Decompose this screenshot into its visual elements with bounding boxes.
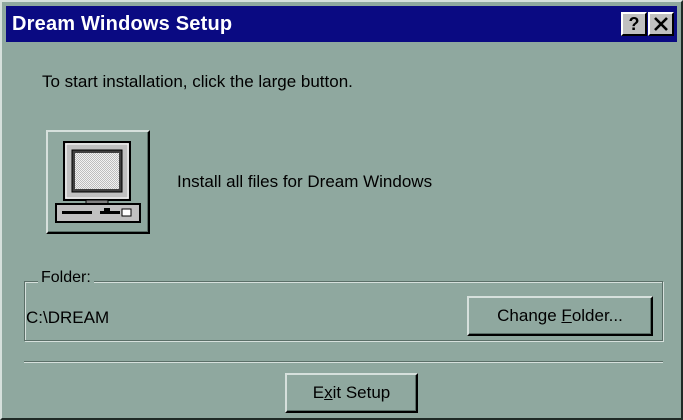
title-bar[interactable]: Dream Windows Setup ? — [6, 6, 677, 42]
window-title: Dream Windows Setup — [12, 13, 233, 35]
install-button[interactable] — [46, 130, 150, 234]
separator — [24, 361, 663, 363]
instruction-text: To start installation, click the large b… — [42, 72, 353, 91]
change-folder-label-prefix: Change — [497, 306, 562, 325]
exit-mnemonic: x — [324, 383, 333, 402]
change-folder-mnemonic: F — [561, 306, 572, 325]
computer-icon — [55, 141, 141, 223]
close-button[interactable] — [648, 12, 674, 36]
close-icon — [654, 17, 668, 31]
folder-legend: Folder: — [38, 269, 94, 287]
install-label: Install all files for Dream Windows — [177, 172, 433, 191]
exit-label-prefix: E — [312, 383, 325, 402]
help-button[interactable]: ? — [621, 12, 647, 36]
exit-label-suffix: it Setup — [332, 383, 391, 402]
exit-setup-button[interactable]: Exit Setup — [285, 373, 418, 413]
folder-path: C:\DREAM — [26, 308, 110, 327]
setup-dialog: Dream Windows Setup ? To start installat… — [0, 0, 683, 420]
change-folder-label-suffix: older... — [571, 306, 623, 325]
change-folder-button[interactable]: Change Folder... — [467, 296, 653, 336]
